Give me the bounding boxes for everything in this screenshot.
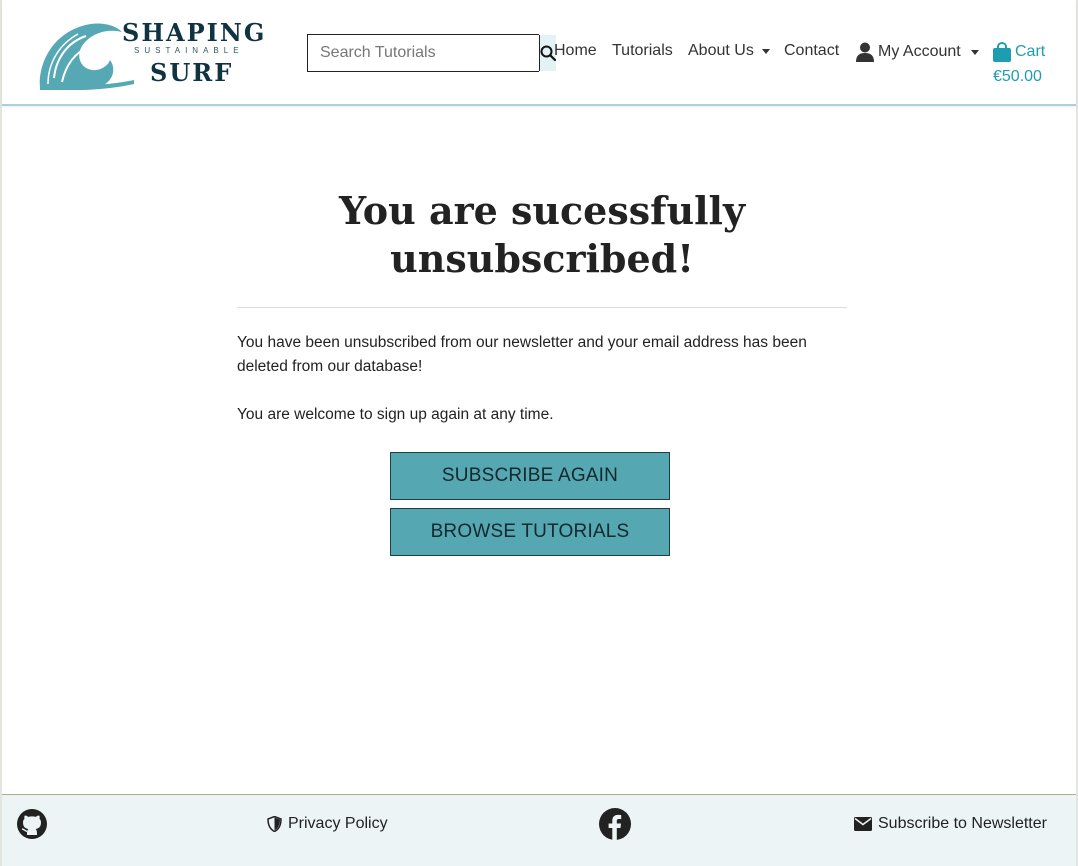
logo-text-sustainable: SUSTAINABLE — [134, 46, 244, 55]
nav-about-dropdown[interactable]: About Us — [688, 42, 770, 60]
facebook-icon — [599, 808, 631, 840]
page-title-line1: You are sucessfully — [338, 188, 746, 233]
logo-text-surf: SURF — [150, 58, 234, 87]
nav-about-label: About Us — [688, 42, 754, 59]
signup-again-message: You are welcome to sign up again at any … — [237, 406, 554, 423]
chevron-down-icon — [970, 49, 979, 55]
facebook-link[interactable] — [599, 795, 631, 853]
cart-label: Cart — [1015, 43, 1046, 60]
wave-logo-icon — [39, 23, 134, 90]
shield-icon — [267, 816, 282, 832]
user-icon — [856, 42, 874, 62]
divider — [237, 307, 847, 308]
newsletter-label: Subscribe to Newsletter — [878, 815, 1047, 832]
search-input[interactable] — [308, 35, 539, 71]
subscribe-again-button[interactable]: SUBSCRIBE AGAIN — [390, 452, 670, 500]
search-form — [307, 34, 556, 72]
nav-tutorials-label: Tutorials — [612, 42, 673, 59]
github-icon — [17, 809, 47, 839]
logo-text-shaping: SHAPING — [122, 18, 267, 47]
nav-account-dropdown[interactable]: My Account — [856, 42, 979, 62]
envelope-icon — [854, 817, 872, 831]
nav-cart[interactable]: Cart €50.00 — [993, 42, 1045, 86]
site-footer: Privacy Policy Subscribe to Newsletter — [2, 794, 1076, 866]
privacy-policy-link[interactable]: Privacy Policy — [267, 795, 388, 853]
nav-contact[interactable]: Contact — [784, 42, 839, 60]
page-frame — [0, 0, 1078, 866]
shopping-bag-icon — [993, 42, 1011, 62]
nav-contact-label: Contact — [784, 42, 840, 59]
nav-home[interactable]: Home — [554, 42, 597, 60]
browse-tutorials-button[interactable]: BROWSE TUTORIALS — [390, 508, 670, 556]
privacy-policy-label: Privacy Policy — [288, 815, 388, 832]
site-header: SHAPING SUSTAINABLE SURF Home Tutorials … — [2, 0, 1076, 106]
chevron-down-icon — [761, 48, 770, 54]
nav-home-label: Home — [554, 42, 597, 59]
cart-total: €50.00 — [993, 68, 1042, 85]
page-title-line2: unsubscribed! — [390, 236, 694, 281]
brand-logo[interactable]: SHAPING SUSTAINABLE SURF — [36, 18, 264, 90]
page-title: You are sucessfully unsubscribed! — [237, 187, 847, 283]
github-link[interactable] — [16, 795, 48, 853]
newsletter-link[interactable]: Subscribe to Newsletter — [854, 795, 1047, 853]
nav-tutorials[interactable]: Tutorials — [612, 42, 673, 60]
unsubscribe-message: You have been unsubscribed from our news… — [237, 334, 807, 375]
nav-account-label: My Account — [878, 43, 961, 60]
